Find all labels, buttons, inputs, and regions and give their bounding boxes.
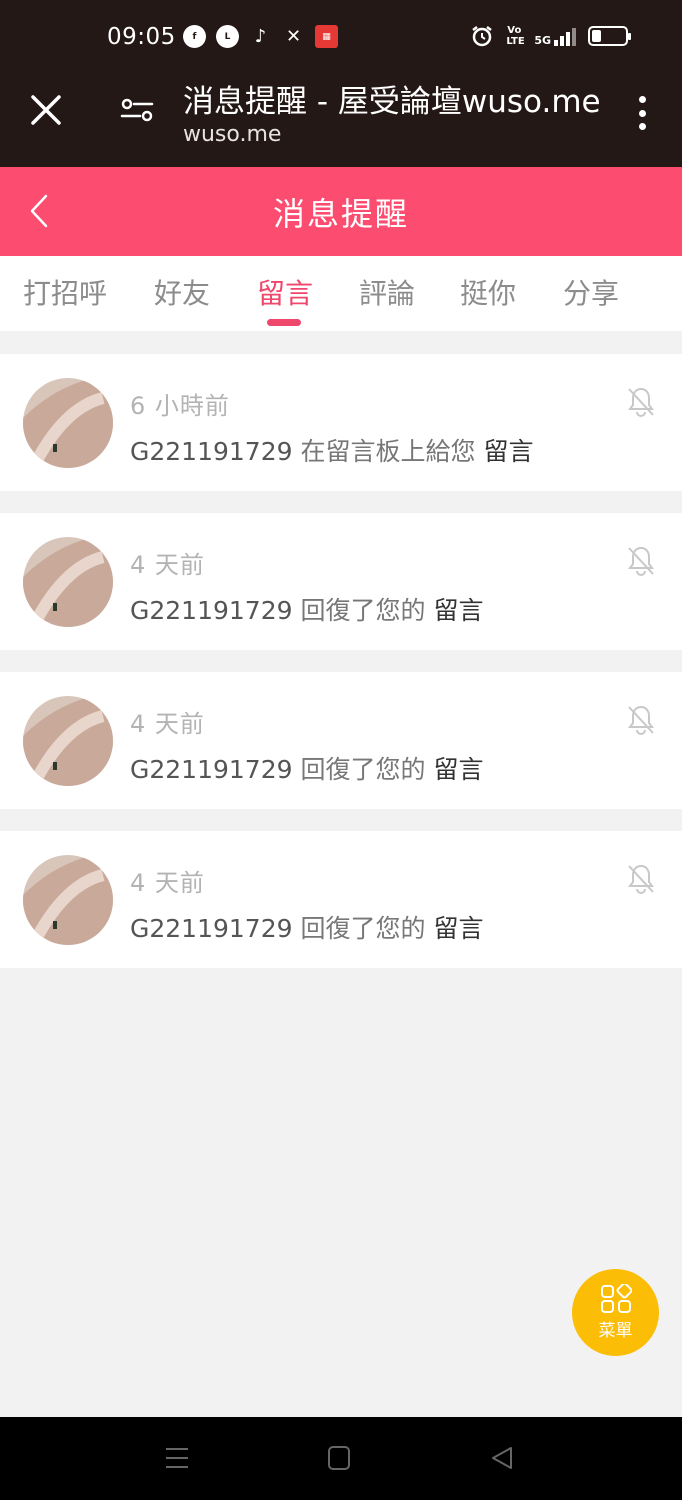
notification-action-link[interactable]: 留言 [483, 437, 533, 466]
home-icon[interactable] [327, 1445, 351, 1471]
signal-icon: 5G [534, 26, 576, 46]
mute-bell-icon[interactable] [626, 545, 656, 577]
browser-toolbar: 消息提醒 - 屋受論壇wuso.me wuso.me [0, 74, 682, 167]
tab-messages[interactable]: 留言 [257, 272, 313, 312]
notification-action-link[interactable]: 留言 [433, 596, 483, 625]
avatar[interactable] [23, 378, 113, 468]
notification-icons: f L ♪ ✕ ▦ [183, 25, 338, 48]
header-title: 消息提醒 [272, 195, 409, 233]
notification-message: G221191729 回復了您的 留言 [130, 591, 483, 627]
notification-item[interactable]: 4 天前 G221191729 回復了您的 留言 [0, 513, 682, 650]
tab-comments[interactable]: 評論 [359, 272, 415, 312]
site-settings-icon[interactable] [120, 96, 154, 124]
line-icon: L [216, 25, 239, 48]
system-nav-bar [0, 1417, 682, 1500]
notification-time: 4 天前 [130, 869, 205, 897]
mute-bell-icon[interactable] [626, 863, 656, 895]
notification-message: G221191729 回復了您的 留言 [130, 750, 483, 786]
notification-text: 回復了您的 [292, 755, 434, 784]
tab-share[interactable]: 分享 [563, 272, 619, 312]
menu-fab-button[interactable]: 菜單 [572, 1269, 659, 1356]
volte-indicator: Vo LTE [506, 25, 525, 47]
app-header: 消息提醒 [0, 167, 682, 256]
back-nav-icon[interactable] [490, 1445, 514, 1471]
recent-apps-icon[interactable] [164, 1445, 190, 1471]
notification-message: G221191729 回復了您的 留言 [130, 909, 483, 945]
more-options-icon[interactable] [638, 96, 646, 130]
notification-text: 在留言板上給您 [292, 437, 484, 466]
network-type: 5G [534, 34, 551, 47]
grid-menu-icon [600, 1284, 632, 1313]
facebook-icon: f [183, 25, 206, 48]
notification-action-link[interactable]: 留言 [433, 755, 483, 784]
tiktok-icon: ♪ [254, 26, 267, 47]
menu-fab-label: 菜單 [598, 1321, 633, 1341]
tab-support[interactable]: 挺你 [460, 272, 516, 312]
notification-message: G221191729 在留言板上給您 留言 [130, 432, 533, 468]
notification-user[interactable]: G221191729 [130, 914, 293, 943]
tab-greet[interactable]: 打招呼 [23, 272, 107, 312]
status-bar: 09:05 f L ♪ ✕ ▦ Vo LTE 5G [0, 0, 682, 74]
active-tab-indicator [267, 319, 301, 326]
avatar[interactable] [23, 855, 113, 945]
system-icons: Vo LTE 5G [470, 24, 631, 48]
battery-icon [588, 26, 631, 46]
notification-user[interactable]: G221191729 [130, 596, 293, 625]
avatar[interactable] [23, 537, 113, 627]
mute-bell-icon[interactable] [626, 704, 656, 736]
notification-item[interactable]: 4 天前 G221191729 回復了您的 留言 [0, 672, 682, 809]
calendar-app-icon: ▦ [315, 25, 338, 48]
avatar[interactable] [23, 696, 113, 786]
tab-bar: 打招呼 好友 留言 評論 挺你 分享 [0, 256, 682, 331]
notification-user[interactable]: G221191729 [130, 755, 293, 784]
alarm-icon [472, 26, 493, 47]
tab-friends[interactable]: 好友 [154, 272, 210, 312]
notification-text: 回復了您的 [292, 914, 434, 943]
close-icon[interactable] [28, 92, 64, 128]
notification-time: 6 小時前 [130, 392, 230, 420]
page-url[interactable]: wuso.me [183, 122, 281, 147]
notification-user[interactable]: G221191729 [130, 437, 293, 466]
notification-item[interactable]: 4 天前 G221191729 回復了您的 留言 [0, 831, 682, 968]
page-title: 消息提醒 - 屋受論壇wuso.me [183, 84, 601, 120]
notification-item[interactable]: 6 小時前 G221191729 在留言板上給您 留言 [0, 354, 682, 491]
notification-text: 回復了您的 [292, 596, 434, 625]
notification-time: 4 天前 [130, 710, 205, 738]
capcut-icon: ✕ [285, 26, 302, 47]
mute-bell-icon[interactable] [626, 386, 656, 418]
notification-action-link[interactable]: 留言 [433, 914, 483, 943]
notification-time: 4 天前 [130, 551, 205, 579]
status-time: 09:05 [107, 24, 176, 50]
